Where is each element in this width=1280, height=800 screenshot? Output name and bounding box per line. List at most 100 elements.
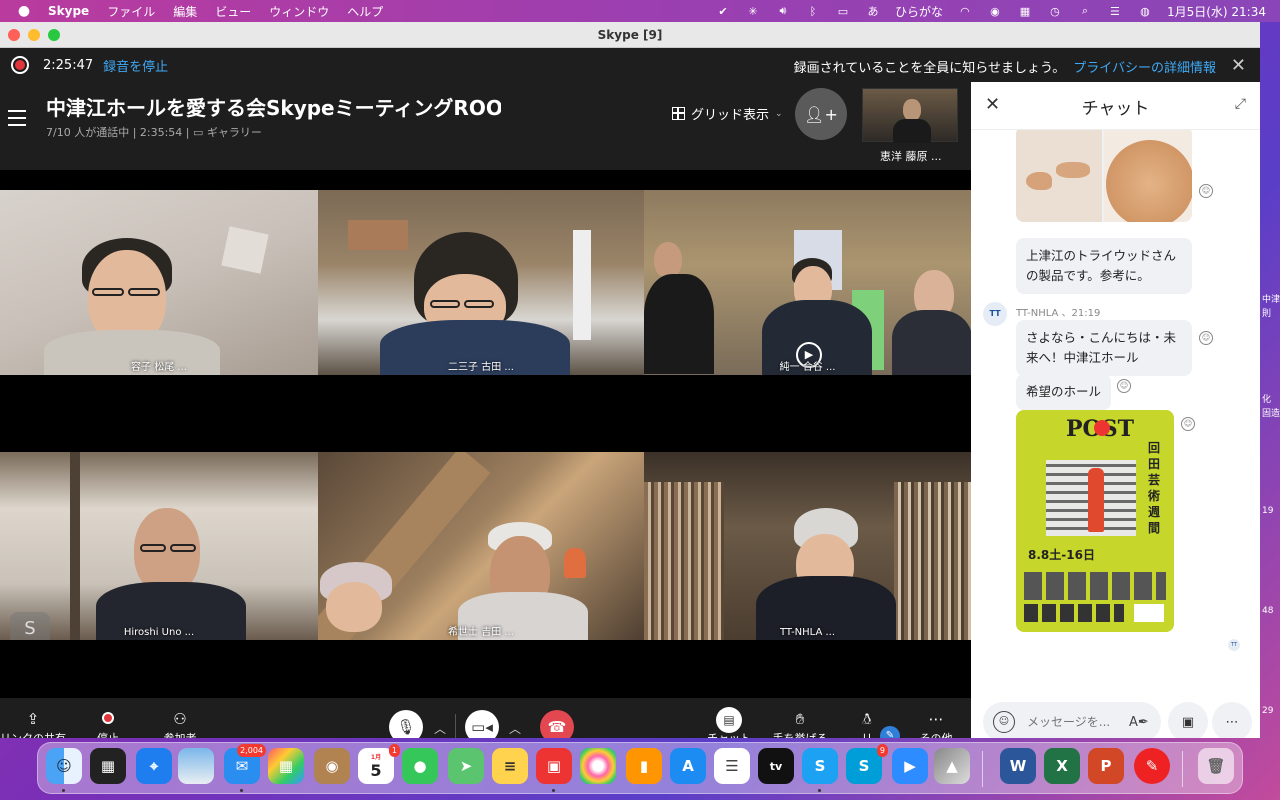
excel-icon[interactable]: X [1044,748,1080,784]
photos-icon[interactable] [580,748,616,784]
emoji-icon[interactable]: ☺ [993,711,1015,733]
bluetooth-icon[interactable]: ᛒ [805,4,821,18]
contacts-icon[interactable]: ◉ [314,748,350,784]
menu-window[interactable]: ウィンドウ [269,3,329,20]
video-tile[interactable]: 希世士 吉田 ... [318,452,644,640]
finder-icon[interactable]: ☺ [46,748,82,784]
chat-message[interactable]: 上津江のトライウッドさんの製品です。参考に。 [1016,238,1192,294]
notes-icon[interactable]: ≡ [492,748,528,784]
reactions-button[interactable]: 🐧︎ リ [852,708,882,738]
spotlight-icon[interactable]: ⌕ [1077,4,1093,18]
react-smiley-icon[interactable]: ☺ [1181,417,1195,431]
calendar-icon[interactable]: 1月 5 1 [358,744,400,784]
zoom-window-button[interactable] [48,29,60,41]
books-icon[interactable]: ▮ [626,748,662,784]
skype-icon[interactable]: S [802,748,838,784]
input-method-label[interactable]: ひらがな [895,3,943,20]
participant-name[interactable]: Hiroshi Uno ... [0,627,318,638]
skype-for-business-icon[interactable]: S9 [846,744,888,784]
participant-name[interactable]: 希世士 吉田 ... [318,623,644,638]
hang-up-button[interactable]: ☎︎ [540,710,574,738]
sender-avatar[interactable]: TT [983,302,1007,326]
mic-options-chevron-icon[interactable]: ︿ [434,720,446,737]
shared-image-wood-products[interactable] [1016,130,1192,222]
self-video-name[interactable]: 恵洋 藤原 ... [880,148,941,164]
launchpad-icon[interactable]: ▦ [268,748,304,784]
siri-icon[interactable]: ◍ [1137,4,1153,18]
preview-icon[interactable] [178,748,214,784]
photo-booth-icon[interactable]: ▣ [536,748,572,784]
app-store-icon[interactable]: A [670,748,706,784]
expand-icon[interactable]: ⤢ [1235,96,1246,112]
mission-control-icon[interactable]: ▦ [90,748,126,784]
control-center-icon[interactable]: ☰ [1107,4,1123,18]
stop-recording-link[interactable]: 録音を停止 [103,56,168,75]
menu-edit[interactable]: 編集 [173,3,197,20]
react-smiley-icon[interactable]: ☺ [1199,184,1213,198]
volume-icon[interactable]: 🔊︎ [775,4,791,18]
check-icon[interactable]: ✔ [715,4,731,18]
camera-button[interactable]: ▭◂ [465,710,499,738]
react-smiley-icon[interactable]: ☺ [1199,331,1213,345]
powerpoint-icon[interactable]: P [1088,748,1124,784]
time-machine-icon[interactable]: ◷ [1047,4,1063,18]
message-input[interactable] [1027,715,1127,729]
word-icon[interactable]: W [1000,748,1036,784]
react-smiley-icon[interactable]: ☺ [1117,379,1131,393]
safari-icon[interactable]: ⌖ [136,748,172,784]
close-icon[interactable]: ✕ [1231,55,1246,76]
close-window-button[interactable] [8,29,20,41]
participant-name[interactable]: 容子 松尾 ... [0,358,318,373]
stop-recording-button[interactable]: 停止 [88,708,128,738]
raise-hand-button[interactable]: ✋︎ 手を挙げる [770,708,830,738]
bluetooth-slash-icon[interactable]: ✳ [745,4,761,18]
attach-media-button[interactable]: ▣ [1168,702,1208,738]
participants-button[interactable]: ⚇ 参加者 [158,708,202,738]
video-tile[interactable]: 容子 松尾 ... [0,190,318,375]
share-link-button[interactable]: ⇪ リンクの共有 [0,708,66,738]
chat-message[interactable]: さよなら・こんにちは・未来へ！中津江ホール [1016,320,1192,376]
keyboard-icon[interactable]: ▦ [1017,4,1033,18]
video-tile[interactable]: S Hiroshi Uno ... [0,452,318,640]
chat-message[interactable]: 希望のホール [1016,374,1112,410]
video-tile[interactable]: ▶ 純一 合谷 ... [644,190,971,375]
menu-help[interactable]: ヘルプ [347,3,383,20]
user-icon[interactable]: ◉ [987,4,1003,18]
apple-icon[interactable]: ● [16,3,32,19]
zoom-icon[interactable]: ▶ [892,748,928,784]
menu-app-name[interactable]: Skype [48,4,89,18]
menu-icon[interactable] [8,110,26,131]
pdf-reader-icon[interactable]: ✎ [1134,748,1170,784]
microphone-button[interactable]: 🎙︎ [389,710,423,738]
format-pen-icon[interactable]: A✒ [1129,715,1149,730]
sidecar-icon[interactable]: ▲ [934,748,970,784]
input-method-icon[interactable]: あ [865,4,881,18]
camera-options-chevron-icon[interactable]: ︿ [509,720,521,737]
privacy-link[interactable]: プライバシーの詳細情報 [1073,61,1216,76]
edit-pencil-icon[interactable]: ✎ [880,726,900,738]
participant-name[interactable]: 純一 合谷 ... [644,358,971,373]
chat-button[interactable]: ▤ チャット [704,707,754,738]
reminders-icon[interactable]: ☰ [714,748,750,784]
more-options-button[interactable]: ⋯ その他 [916,708,956,738]
chat-messages[interactable]: ☺ 上津江のトライウッドさんの製品です。参考に。 TT TT-NHLA 、21:… [971,130,1260,694]
minimize-window-button[interactable] [28,29,40,41]
menu-view[interactable]: ビュー [215,3,251,20]
wifi-icon[interactable]: ◠ [957,4,973,18]
video-tile[interactable]: TT-NHLA ... [644,452,971,640]
add-participant-button[interactable]: 👤︎+ [795,88,847,140]
menubar-clock[interactable]: 1月5日(水) 21:34 [1167,3,1266,20]
battery-icon[interactable]: ▭ [835,4,851,18]
trash-icon[interactable]: 🗑︎ [1198,748,1234,784]
shared-image-poster[interactable]: POST 回田芸術週間 8.8土-16日 [1016,410,1174,632]
grid-view-button[interactable]: グリッド表示 ⌄ [672,104,783,123]
participant-name[interactable]: 二三子 古田 ... [318,358,644,373]
view-mode-label[interactable]: ギャラリー [207,126,262,139]
apple-tv-icon[interactable]: tv [758,748,794,784]
mail-icon[interactable]: ✉ 2,004 [224,744,266,784]
messages-icon[interactable]: ● [402,748,438,784]
self-video-thumbnail[interactable] [862,88,958,143]
chat-more-button[interactable]: ⋯ [1212,702,1252,738]
menu-file[interactable]: ファイル [107,3,155,20]
video-tile[interactable]: 二三子 古田 ... [318,190,644,375]
